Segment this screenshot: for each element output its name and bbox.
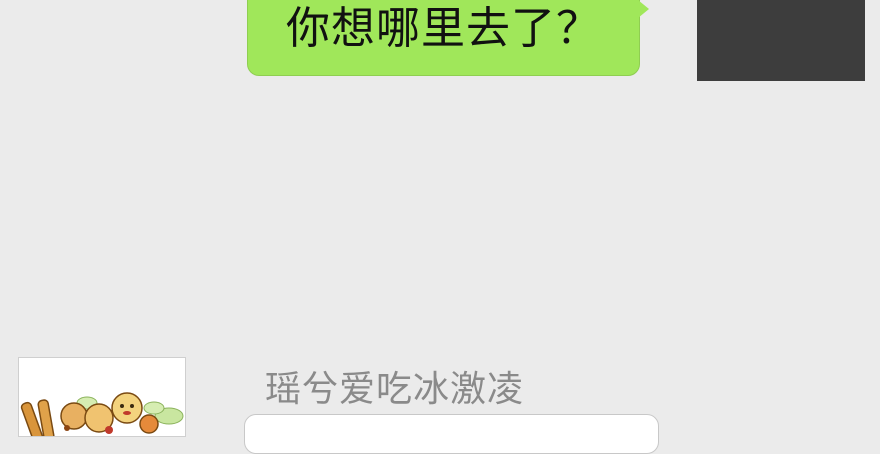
bubble-tail	[638, 0, 649, 18]
chat-area: 你想哪里去了？ 瑶兮爱吃冰激凌	[0, 0, 880, 454]
outgoing-message: 你想哪里去了？	[0, 0, 880, 90]
cartoon-food-avatar-icon	[19, 358, 185, 436]
outgoing-message-bubble[interactable]: 你想哪里去了？	[247, 0, 640, 76]
sender-avatar[interactable]	[18, 357, 186, 437]
self-avatar[interactable]	[697, 0, 865, 81]
sender-name: 瑶兮爱吃冰激凌	[265, 369, 525, 410]
incoming-message-bubble[interactable]	[244, 414, 659, 454]
